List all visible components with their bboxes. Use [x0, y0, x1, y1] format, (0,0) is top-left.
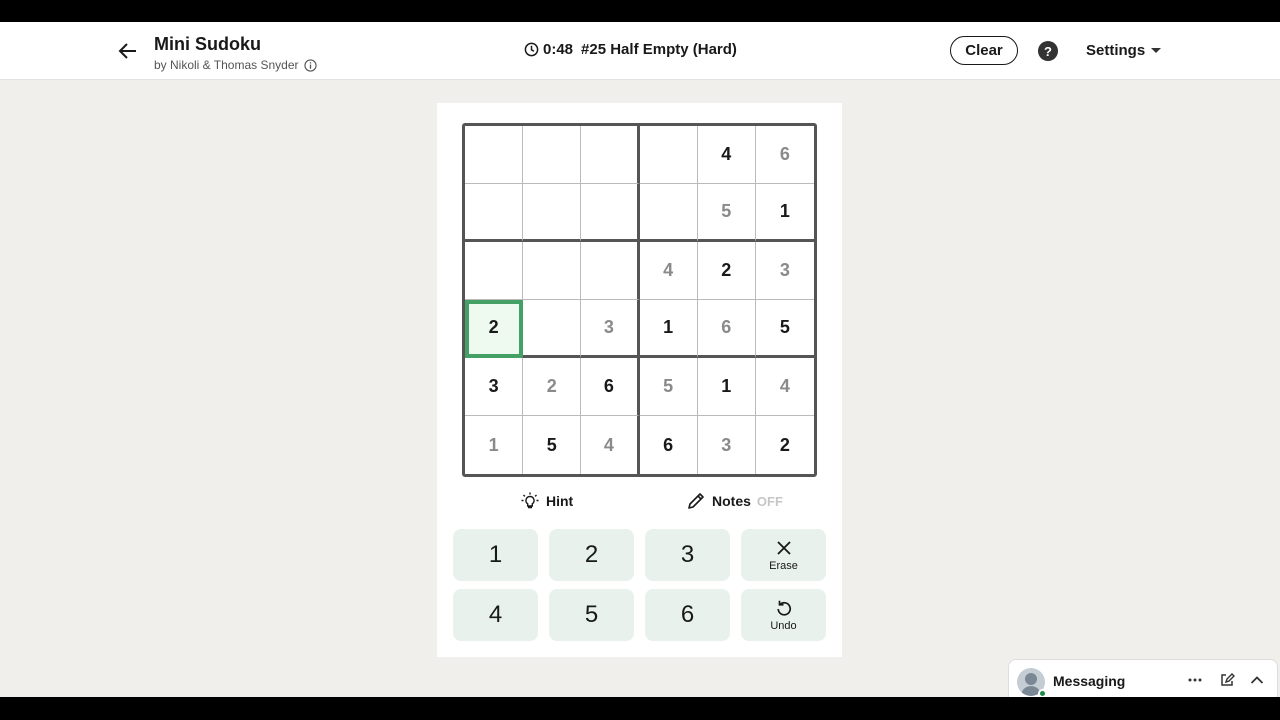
hint-label: Hint — [546, 493, 574, 509]
grid-cell-r2-c6[interactable]: 1 — [755, 184, 814, 242]
info-icon[interactable] — [303, 58, 317, 72]
puzzle-status: 0:48 #25 Half Empty (Hard) — [524, 41, 737, 58]
messaging-bar[interactable]: Messaging — [1008, 659, 1278, 697]
grid-cell-r1-c5[interactable]: 4 — [697, 126, 756, 184]
sudoku-grid: 465142323165326514154632 — [462, 123, 817, 477]
grid-cell-r4-c5[interactable]: 6 — [697, 300, 756, 358]
key-6[interactable]: 6 — [645, 589, 730, 641]
grid-cell-r2-c5[interactable]: 5 — [697, 184, 756, 242]
back-arrow-icon[interactable] — [116, 39, 140, 63]
grid-cell-r5-c2[interactable]: 2 — [523, 358, 582, 416]
timer: 0:48 — [543, 41, 574, 58]
clear-button[interactable]: Clear — [950, 36, 1018, 65]
grid-cell-r3-c3[interactable] — [581, 242, 640, 300]
clock-icon — [524, 42, 539, 57]
grid-cell-r5-c6[interactable]: 4 — [755, 358, 814, 416]
grid-cell-r1-c4[interactable] — [639, 126, 698, 184]
grid-cell-r6-c4[interactable]: 6 — [640, 416, 698, 474]
key-5[interactable]: 5 — [549, 589, 634, 641]
grid-cell-r1-c3[interactable] — [581, 126, 640, 184]
notes-toggle[interactable]: Notes OFF — [686, 491, 783, 511]
grid-cell-r3-c1[interactable] — [465, 242, 524, 300]
key-4[interactable]: 4 — [453, 589, 538, 641]
key-1[interactable]: 1 — [453, 529, 538, 581]
grid-cell-r3-c5[interactable]: 2 — [697, 242, 756, 300]
more-options-icon[interactable] — [1187, 672, 1203, 688]
compose-icon[interactable] — [1219, 672, 1235, 688]
undo-icon — [776, 600, 791, 616]
grid-cell-r5-c3[interactable]: 6 — [581, 358, 640, 416]
settings-label: Settings — [1086, 42, 1146, 59]
caret-down-icon — [1151, 48, 1162, 53]
grid-cell-r1-c6[interactable]: 6 — [755, 126, 814, 184]
notes-state: OFF — [756, 493, 783, 509]
grid-cell-r6-c6[interactable]: 2 — [756, 416, 814, 474]
grid-cell-r3-c2[interactable] — [523, 242, 582, 300]
chevron-up-icon[interactable] — [1249, 672, 1265, 688]
settings-menu[interactable]: Settings — [1086, 42, 1162, 59]
undo-button[interactable]: Undo — [741, 589, 826, 641]
undo-label: Undo — [770, 619, 797, 632]
key-2[interactable]: 2 — [549, 529, 634, 581]
grid-cell-r4-c6[interactable]: 5 — [755, 300, 814, 358]
top-bar: Mini Sudoku by Nikoli & Thomas Snyder 0:… — [0, 22, 1280, 80]
grid-cell-r4-c4[interactable]: 1 — [639, 300, 698, 358]
grid-cell-r2-c1[interactable] — [465, 184, 524, 242]
pencil-icon — [688, 493, 704, 509]
grid-cell-r6-c2[interactable]: 5 — [523, 416, 582, 474]
close-icon — [776, 540, 791, 555]
grid-cell-r6-c3[interactable]: 4 — [581, 416, 640, 474]
grid-cell-r2-c3[interactable] — [581, 184, 640, 242]
grid-cell-r2-c4[interactable] — [639, 184, 698, 242]
byline: by Nikoli & Thomas Snyder — [154, 58, 317, 72]
grid-cell-r4-c1[interactable]: 2 — [465, 300, 524, 358]
grid-cell-r3-c4[interactable]: 4 — [639, 242, 698, 300]
grid-cell-r1-c2[interactable] — [523, 126, 582, 184]
messaging-label: Messaging — [1053, 673, 1126, 689]
grid-cell-r5-c4[interactable]: 5 — [639, 358, 698, 416]
grid-cell-r5-c1[interactable]: 3 — [465, 358, 524, 416]
grid-cell-r6-c5[interactable]: 3 — [698, 416, 756, 474]
key-3[interactable]: 3 — [645, 529, 730, 581]
grid-cell-r1-c1[interactable] — [465, 126, 524, 184]
grid-cell-r4-c2[interactable] — [523, 300, 582, 358]
grid-cell-r3-c6[interactable]: 3 — [755, 242, 814, 300]
grid-cell-r2-c2[interactable] — [523, 184, 582, 242]
notes-label: Notes — [712, 493, 751, 509]
game-card: 465142323165326514154632 Hint Notes OFF … — [437, 103, 842, 657]
online-status-dot — [1038, 689, 1047, 697]
erase-button[interactable]: Erase — [741, 529, 826, 581]
lightbulb-icon — [521, 492, 539, 509]
grid-cell-r6-c1[interactable]: 1 — [465, 416, 524, 474]
erase-label: Erase — [769, 559, 798, 572]
byline-text: by Nikoli & Thomas Snyder — [154, 58, 299, 72]
grid-cell-r4-c3[interactable]: 3 — [581, 300, 640, 358]
game-title: Mini Sudoku — [154, 34, 261, 54]
puzzle-name: #25 Half Empty (Hard) — [581, 41, 737, 58]
grid-cell-r5-c5[interactable]: 1 — [697, 358, 756, 416]
hint-button[interactable]: Hint — [520, 491, 573, 511]
app-frame: Mini Sudoku by Nikoli & Thomas Snyder 0:… — [0, 22, 1280, 697]
number-keypad: 1 2 3 Erase 4 5 6 Undo — [453, 529, 827, 641]
tool-row: Hint Notes OFF — [437, 491, 842, 515]
help-icon[interactable]: ? — [1038, 41, 1058, 61]
